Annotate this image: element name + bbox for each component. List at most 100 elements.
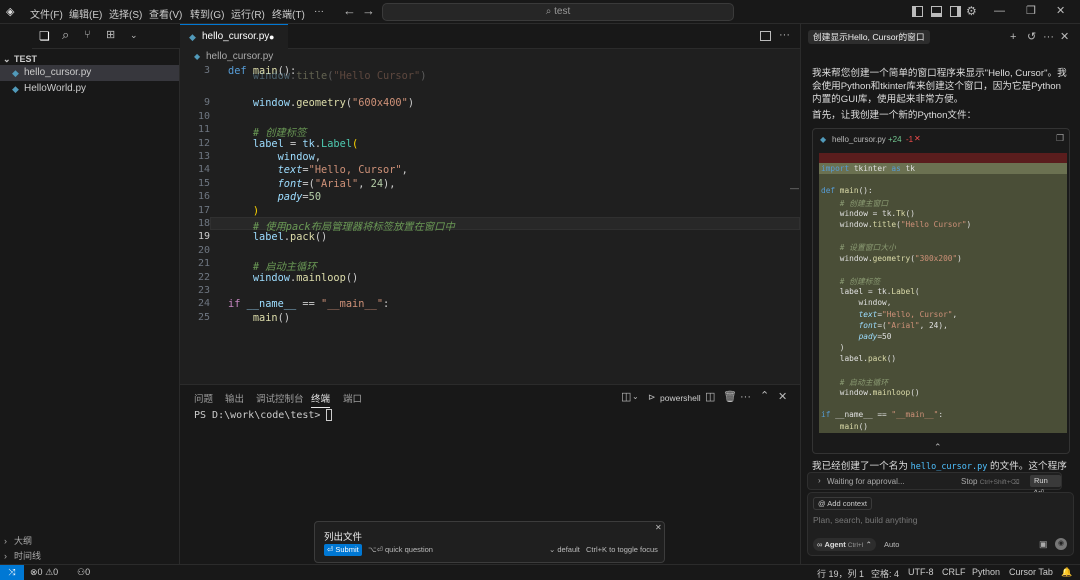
trash-icon[interactable]: 🗑: [723, 391, 737, 403]
code-line[interactable]: window.geometry("600x400"): [228, 97, 414, 109]
code-line[interactable]: main(): [228, 312, 290, 324]
tab-hello-cursor[interactable]: ◆ hello_cursor.py ●: [180, 24, 288, 49]
command-center-search[interactable]: ⌕ test: [382, 3, 734, 21]
chevron-right-icon: ›: [4, 551, 7, 561]
timeline-section[interactable]: › 时间线: [0, 548, 179, 564]
cursor-position[interactable]: 行 19，列 1: [817, 567, 864, 580]
chevron-up-icon[interactable]: ⌃: [760, 390, 769, 402]
code-line[interactable]: font=("Arial", 24),: [228, 178, 396, 190]
more-actions-icon[interactable]: ···: [740, 391, 751, 403]
folder-label: TEST: [14, 54, 38, 64]
history-icon[interactable]: ↺: [1027, 31, 1036, 43]
breadcrumb[interactable]: ◆ hello_cursor.py: [180, 50, 273, 64]
toggle-sidebar-icon[interactable]: [912, 6, 923, 17]
code-line[interactable]: ): [228, 205, 259, 217]
explorer-icon[interactable]: ❏: [39, 30, 50, 42]
more-actions-icon[interactable]: ···: [1043, 31, 1054, 43]
python-file-icon: ◆: [194, 52, 201, 61]
encoding[interactable]: UTF-8: [908, 567, 934, 577]
run-button[interactable]: Run ^⏎: [1030, 475, 1061, 497]
close-chat-icon[interactable]: ✕: [1060, 31, 1069, 43]
chevron-down-icon[interactable]: ⌄: [130, 29, 138, 41]
source-control-icon[interactable]: ⑂: [84, 29, 91, 41]
mode-dropdown[interactable]: ⌄ default: [549, 545, 580, 554]
split-pane-icon[interactable]: ◫: [705, 391, 715, 403]
model-auto-dropdown[interactable]: Auto: [884, 540, 899, 549]
tab-ports[interactable]: 端口: [343, 391, 362, 405]
close-window-icon[interactable]: ✕: [1056, 5, 1065, 17]
settings-gear-icon[interactable]: ⚙: [966, 5, 977, 17]
tab-output[interactable]: 输出: [225, 391, 244, 405]
terminal-shell-label[interactable]: powershell: [660, 392, 701, 404]
menu-more[interactable]: ···: [314, 6, 324, 17]
image-attach-icon[interactable]: ▣: [1039, 539, 1048, 550]
chat-input[interactable]: Plan, search, build anything: [813, 515, 917, 525]
code-line[interactable]: if __name__ == "__main__":: [228, 298, 389, 310]
menu-run[interactable]: 运行(R): [231, 6, 265, 21]
language-mode[interactable]: Python: [972, 567, 1000, 577]
search-icon[interactable]: ⌕: [62, 28, 69, 41]
chevron-down-icon[interactable]: ⌄: [632, 391, 639, 403]
minimize-icon[interactable]: —: [994, 5, 1005, 17]
code-line[interactable]: pady=50: [228, 191, 321, 203]
tab-terminal[interactable]: 终端: [311, 391, 331, 408]
diff-code-line: window.title("Hello Cursor"): [821, 220, 972, 229]
diff-code-line: window,: [821, 298, 892, 308]
code-line[interactable]: label.pack(): [228, 231, 327, 243]
indentation[interactable]: 空格: 4: [871, 567, 899, 580]
menu-terminal[interactable]: 终端(T): [272, 6, 305, 21]
code-line[interactable]: text="Hello, Cursor",: [228, 164, 408, 176]
submit-button[interactable]: ⏎ Submit: [324, 544, 362, 556]
end-of-line[interactable]: CRLF: [942, 567, 966, 577]
problems-status[interactable]: ⊗0 ⚠0: [30, 567, 58, 578]
code-line[interactable]: window.title("Hello Cursor"): [228, 70, 427, 82]
close-panel-icon[interactable]: ✕: [778, 391, 787, 403]
stop-button[interactable]: Stop Ctrl+Shift+⌫: [961, 477, 1020, 486]
arrow-left-icon[interactable]: ←: [343, 4, 356, 17]
file-hello-cursor[interactable]: ◆ hello_cursor.py: [0, 65, 179, 81]
menu-view[interactable]: 查看(V): [149, 6, 182, 21]
remote-icon[interactable]: ⤨: [0, 565, 24, 580]
chevron-right-icon: ›: [818, 476, 821, 485]
code-line[interactable]: window.mainloop(): [228, 272, 358, 284]
split-editor-icon[interactable]: [760, 31, 771, 41]
code-line[interactable]: label = tk.Label(: [228, 138, 358, 150]
quick-question-button[interactable]: ⌥⏎ quick question: [368, 545, 433, 554]
tab-problems[interactable]: 问题: [194, 391, 213, 405]
extensions-icon[interactable]: ⊞: [106, 29, 115, 41]
send-icon[interactable]: ◉: [1055, 538, 1067, 550]
maximize-icon[interactable]: ❐: [1026, 5, 1036, 17]
menu-goto[interactable]: 转到(G): [190, 6, 224, 21]
diff-code-line: ): [821, 343, 845, 353]
file-helloworld[interactable]: ◆ HelloWorld.py: [0, 81, 179, 97]
line-number: 10: [197, 110, 210, 122]
arrow-right-icon[interactable]: →: [362, 4, 375, 17]
outline-section[interactable]: › 大纲: [0, 533, 179, 549]
chevron-up-icon[interactable]: ⌃: [934, 441, 942, 453]
toggle-panel-icon[interactable]: [931, 6, 942, 17]
ports-status[interactable]: ⚇0: [77, 567, 90, 578]
terminal-output[interactable]: PS D:\work\code\test>: [194, 409, 333, 421]
new-chat-icon[interactable]: +: [1010, 31, 1016, 43]
code-line[interactable]: window,: [228, 151, 321, 163]
split-terminal-icon[interactable]: ◫: [621, 391, 631, 403]
reject-icon[interactable]: ✕: [914, 134, 921, 143]
diff-code-line: window.geometry("300x200"): [821, 253, 962, 263]
menu-edit[interactable]: 编辑(E): [69, 6, 102, 21]
chat-title[interactable]: 创建显示Hello, Cursor的窗口: [808, 30, 930, 44]
close-icon[interactable]: ✕: [655, 523, 662, 532]
menu-selection[interactable]: 选择(S): [109, 6, 142, 21]
quick-chat-input[interactable]: 列出文件: [324, 529, 362, 543]
menu-file[interactable]: 文件(F): [30, 6, 63, 21]
agent-mode-dropdown[interactable]: ∞ Agent Ctrl+I ⌃: [813, 538, 876, 551]
copy-icon[interactable]: ❐: [1056, 133, 1064, 144]
cursor-tab[interactable]: Cursor Tab: [1009, 567, 1053, 577]
diff-file-name[interactable]: hello_cursor.py: [832, 135, 886, 144]
toggle-secondary-sidebar-icon[interactable]: [950, 6, 961, 17]
tab-debug-console[interactable]: 调试控制台: [256, 391, 304, 405]
more-actions-icon[interactable]: ···: [779, 29, 790, 41]
unsaved-dot-icon[interactable]: ●: [269, 25, 274, 49]
diff-code-line: if __name__ == "__main__":: [821, 410, 944, 420]
add-context-button[interactable]: @ Add context: [813, 497, 872, 510]
notifications-bell-icon[interactable]: 🔔: [1061, 567, 1072, 578]
